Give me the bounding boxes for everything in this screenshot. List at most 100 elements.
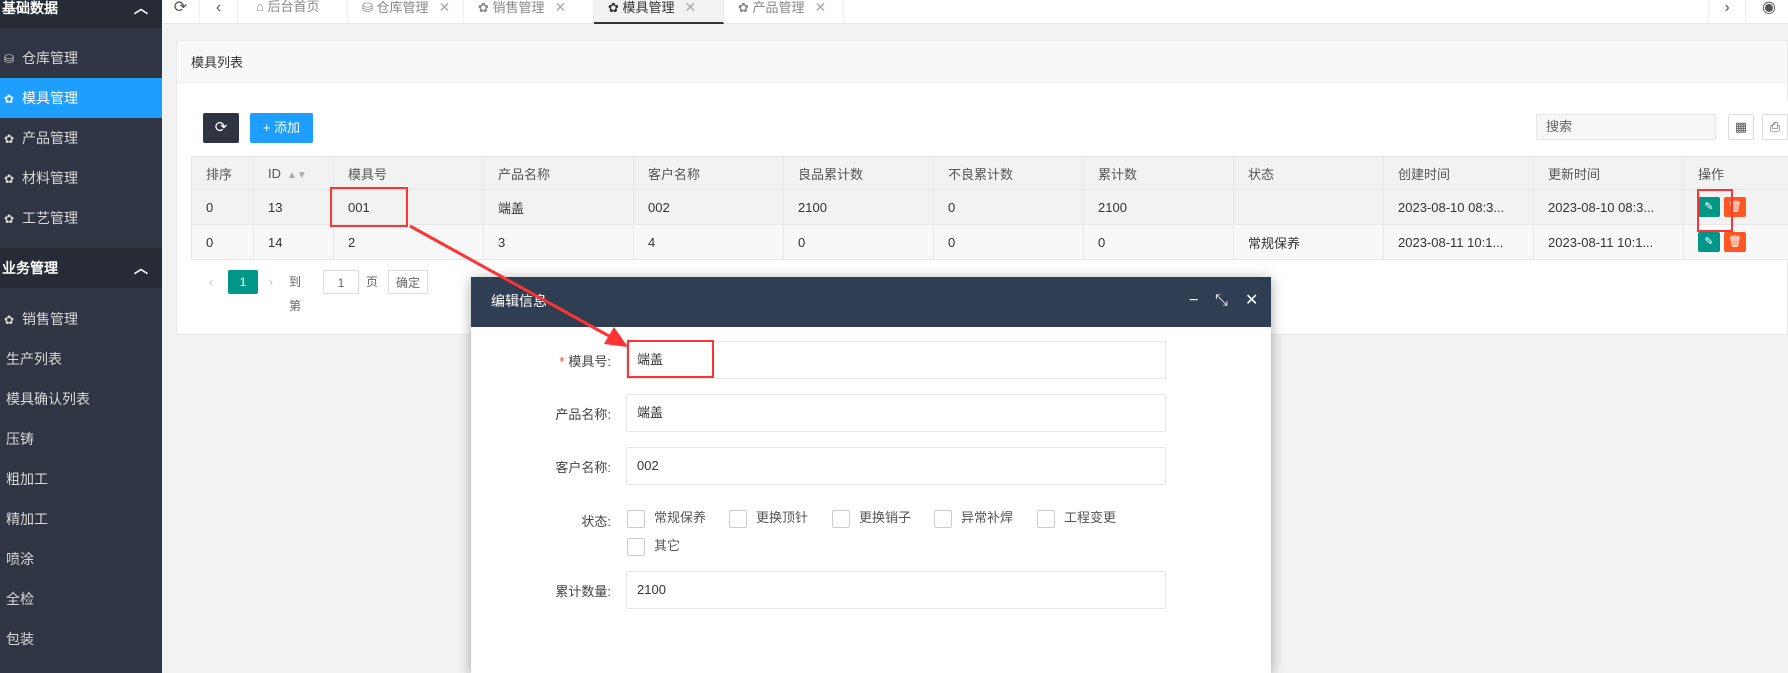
chevron-right-icon[interactable]: › — [1708, 0, 1746, 24]
delete-button[interactable]: 🗑 — [1724, 232, 1746, 252]
cell: 2100 — [1083, 189, 1234, 225]
cell: 3 — [483, 224, 634, 260]
checkbox-box[interactable] — [832, 509, 850, 528]
status-checkbox[interactable]: 更换销子 — [832, 508, 911, 528]
tab-home[interactable]: ⌂ 后台首页 — [242, 0, 348, 24]
sidebar: 基础数据 ︿ ⛁ 仓库管理 ✿ 模具管理 ✿ 产品管理 ✿ 材料管理 ✿ 工艺管理 业务管… — [0, 0, 162, 673]
sidebar-item-product[interactable]: ✿ 产品管理 — [0, 118, 162, 158]
tab-product[interactable]: ✿ 产品管理 ✕ — [724, 0, 844, 24]
table-row[interactable]: 0 14 2 3 4 0 0 0 常规保养 2023-08-11 10:1...… — [191, 224, 1788, 260]
status-checkbox[interactable]: 其它 — [627, 536, 680, 556]
cell: 2100 — [783, 189, 934, 225]
edit-button[interactable]: ✎ — [1698, 232, 1720, 252]
sidebar-item-mold[interactable]: ✿ 模具管理 — [0, 78, 162, 118]
checkbox-label: 更换顶针 — [756, 510, 809, 525]
nav-label: 模具管理 — [22, 90, 78, 106]
sidebar-item-die-casting[interactable]: 压铸 — [0, 419, 162, 459]
sidebar-item-rough[interactable]: 粗加工 — [0, 459, 162, 499]
nav-label: 材料管理 — [22, 170, 78, 186]
page-input[interactable]: 1 — [323, 270, 359, 294]
checkbox-box[interactable] — [1037, 509, 1055, 528]
mold-table: 排序 ID ▲▼ 模具号 产品名称 客户名称 良品累计数 不良累计数 累计数 状态… — [191, 156, 1788, 260]
cell: 2 — [333, 224, 484, 260]
pencil-icon: ✎ — [1704, 201, 1714, 213]
sidebar-item-finish[interactable]: 精加工 — [0, 499, 162, 539]
sidebar-item-sales[interactable]: ✿ 销售管理 — [0, 299, 162, 339]
checkbox-box[interactable] — [627, 537, 645, 556]
chevron-left-icon[interactable]: ‹ — [209, 270, 213, 294]
close-icon[interactable]: ✕ — [815, 0, 827, 15]
customer-name-label: 客户名称: — [555, 460, 611, 475]
table-row[interactable]: 0 13 001 端盖 002 2100 0 2100 2023-08-10 0… — [191, 189, 1788, 225]
label-text: 模具号: — [568, 354, 611, 369]
sidebar-group-business[interactable]: 业务管理 ︿ — [0, 248, 162, 288]
total-count-label: 累计数量: — [555, 584, 611, 599]
sidebar-item-inspection[interactable]: 全检 — [0, 579, 162, 619]
cell: 13 — [253, 189, 334, 225]
mold-no-field[interactable]: 端盖 — [626, 341, 1166, 379]
cell: 0 — [933, 189, 1084, 225]
nav-label: 喷涂 — [6, 551, 34, 567]
sidebar-group-basic-data[interactable]: 基础数据 ︿ — [0, 0, 162, 28]
cell: 2023-08-11 10:1... — [1533, 224, 1684, 260]
close-icon[interactable]: ✕ — [439, 0, 451, 15]
sidebar-item-process[interactable]: ✿ 工艺管理 — [0, 198, 162, 238]
cell: 0 — [191, 189, 254, 225]
checkbox-box[interactable] — [934, 509, 952, 528]
col-header: 更新时间 — [1533, 156, 1684, 190]
page-confirm-button[interactable]: 确定 — [388, 270, 428, 294]
nav-label: 粗加工 — [6, 471, 48, 487]
chevron-right-icon[interactable]: › — [269, 270, 273, 294]
tab-sales[interactable]: ✿ 销售管理 ✕ — [464, 0, 594, 24]
tab-label: 模具管理 — [622, 0, 675, 15]
nav-label: 仓库管理 — [22, 50, 78, 66]
delete-button[interactable]: 🗑 — [1724, 197, 1746, 217]
edit-dialog: 编辑信息 − ⤡ ✕ * 模具号: 端盖 产品名称: 端盖 客户名称: 002 状… — [471, 277, 1271, 673]
customer-name-field[interactable]: 002 — [626, 447, 1166, 485]
print-icon[interactable]: ⎙ — [1762, 114, 1788, 140]
page-unit-label: 页 — [366, 275, 379, 289]
sidebar-item-material[interactable]: ✿ 材料管理 — [0, 158, 162, 198]
refresh-icon[interactable]: ⟳ — [162, 0, 200, 24]
chevron-left-icon[interactable]: ‹ — [200, 0, 238, 24]
group-label: 基础数据 — [2, 0, 58, 16]
actions-cell: ✎ 🗑 — [1683, 224, 1788, 260]
trash-icon: 🗑 — [1728, 201, 1742, 213]
status-checkbox[interactable]: 更换顶针 — [729, 508, 808, 528]
nav-label: 销售管理 — [22, 311, 78, 327]
database-icon: ⛁ — [362, 0, 377, 15]
col-header-id[interactable]: ID ▲▼ — [253, 156, 334, 190]
refresh-button[interactable]: ⟳ — [203, 113, 239, 143]
sidebar-item-warehouse[interactable]: ⛁ 仓库管理 — [0, 38, 162, 78]
status-checkbox[interactable]: 工程变更 — [1037, 508, 1116, 528]
restore-icon[interactable]: ⤡ — [1215, 277, 1228, 325]
sidebar-item-spray[interactable]: 喷涂 — [0, 539, 162, 579]
col-header: 累计数 — [1083, 156, 1234, 190]
sidebar-item-production-list[interactable]: 生产列表 — [0, 339, 162, 379]
sort-icon[interactable]: ▲▼ — [287, 170, 307, 181]
status-checkbox[interactable]: 异常补焊 — [934, 508, 1013, 528]
tab-mold[interactable]: ✿ 模具管理 ✕ — [594, 0, 724, 24]
edit-button[interactable]: ✎ — [1698, 197, 1720, 217]
close-icon[interactable]: ✕ — [685, 0, 697, 15]
add-button[interactable]: + 添加 — [250, 113, 313, 143]
minimize-icon[interactable]: − — [1189, 277, 1198, 325]
search-input[interactable]: 搜索 — [1536, 114, 1716, 140]
tab-warehouse[interactable]: ⛁ 仓库管理 ✕ — [348, 0, 464, 24]
close-icon[interactable]: ✕ — [1245, 277, 1258, 325]
checkbox-box[interactable] — [729, 509, 747, 528]
sidebar-item-packaging[interactable]: 包装 — [0, 619, 162, 659]
page-current[interactable]: 1 — [228, 270, 258, 294]
checkbox-box[interactable] — [627, 509, 645, 528]
card-title: 模具列表 — [177, 41, 1787, 83]
checkbox-label: 异常补焊 — [961, 510, 1014, 525]
target-icon[interactable]: ◉ — [1750, 0, 1788, 24]
group-label: 业务管理 — [2, 260, 58, 276]
close-icon[interactable]: ✕ — [555, 0, 567, 15]
status-checkbox[interactable]: 常规保养 — [627, 508, 706, 528]
total-count-field[interactable]: 2100 — [626, 571, 1166, 609]
col-header: 创建时间 — [1383, 156, 1534, 190]
sidebar-item-mold-confirm[interactable]: 模具确认列表 — [0, 379, 162, 419]
columns-icon[interactable]: ▦ — [1728, 114, 1754, 140]
product-name-field[interactable]: 端盖 — [626, 394, 1166, 432]
